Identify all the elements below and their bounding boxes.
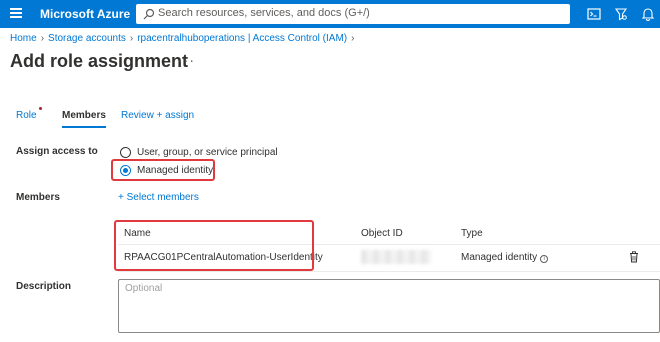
table-divider xyxy=(118,271,660,272)
breadcrumb-iam[interactable]: rpacentralhuboperations | Access Control… xyxy=(137,33,347,44)
member-name: RPAACG01PCentralAutomation-UserIdentity xyxy=(124,252,323,263)
directory-filter-icon[interactable] xyxy=(613,6,629,22)
assign-access-label: Assign access to xyxy=(16,146,98,157)
radio-label: User, group, or service principal xyxy=(137,146,278,158)
required-indicator xyxy=(38,107,42,110)
search-placeholder: Search resources, services, and docs (G+… xyxy=(158,7,370,19)
page-title: Add role assignment xyxy=(10,51,189,71)
brand-name[interactable]: Microsoft Azure xyxy=(40,7,130,21)
search-icon xyxy=(143,8,155,20)
search-box[interactable]: Search resources, services, and docs (G+… xyxy=(136,4,570,24)
breadcrumb-separator: › xyxy=(40,33,45,44)
breadcrumb-separator: › xyxy=(129,33,134,44)
breadcrumb: Home › Storage accounts › rpacentralhubopera… xyxy=(10,33,358,44)
member-type-label: Managed identity xyxy=(461,252,538,263)
delete-icon[interactable] xyxy=(629,251,639,263)
top-bar: Microsoft Azure Search resources, servic… xyxy=(0,0,660,28)
notifications-icon[interactable] xyxy=(640,6,656,22)
select-members-link[interactable]: + Select members xyxy=(118,192,199,203)
tab-role-label: Role xyxy=(16,110,37,121)
menu-icon[interactable] xyxy=(10,8,22,18)
radio-button-selected[interactable] xyxy=(120,164,131,176)
radio-user-group-sp[interactable]: User, group, or service principal xyxy=(120,145,278,159)
radio-button[interactable] xyxy=(120,146,131,158)
description-label: Description xyxy=(16,281,72,292)
radio-managed-identity[interactable]: Managed identity xyxy=(120,163,213,177)
tab-role[interactable]: Role xyxy=(16,107,42,121)
column-header-object-id: Object ID xyxy=(361,228,403,239)
column-header-name: Name xyxy=(124,228,151,239)
radio-label: Managed identity xyxy=(137,164,214,176)
tab-members[interactable]: Members xyxy=(62,110,106,128)
table-divider xyxy=(118,244,660,245)
more-options-icon[interactable]: ··· xyxy=(178,52,195,68)
members-label: Members xyxy=(16,192,60,203)
member-type: Managed identity i xyxy=(461,252,549,263)
cloud-shell-icon[interactable] xyxy=(586,6,602,22)
description-field[interactable] xyxy=(118,279,660,333)
info-icon[interactable]: i xyxy=(540,255,549,263)
description-input[interactable] xyxy=(119,280,659,332)
breadcrumb-storage-accounts[interactable]: Storage accounts xyxy=(48,33,126,44)
column-header-type: Type xyxy=(461,228,483,239)
object-id-redacted xyxy=(361,250,431,264)
breadcrumb-separator: › xyxy=(351,33,355,44)
tab-review-assign[interactable]: Review + assign xyxy=(121,110,194,121)
breadcrumb-home[interactable]: Home xyxy=(10,33,37,44)
